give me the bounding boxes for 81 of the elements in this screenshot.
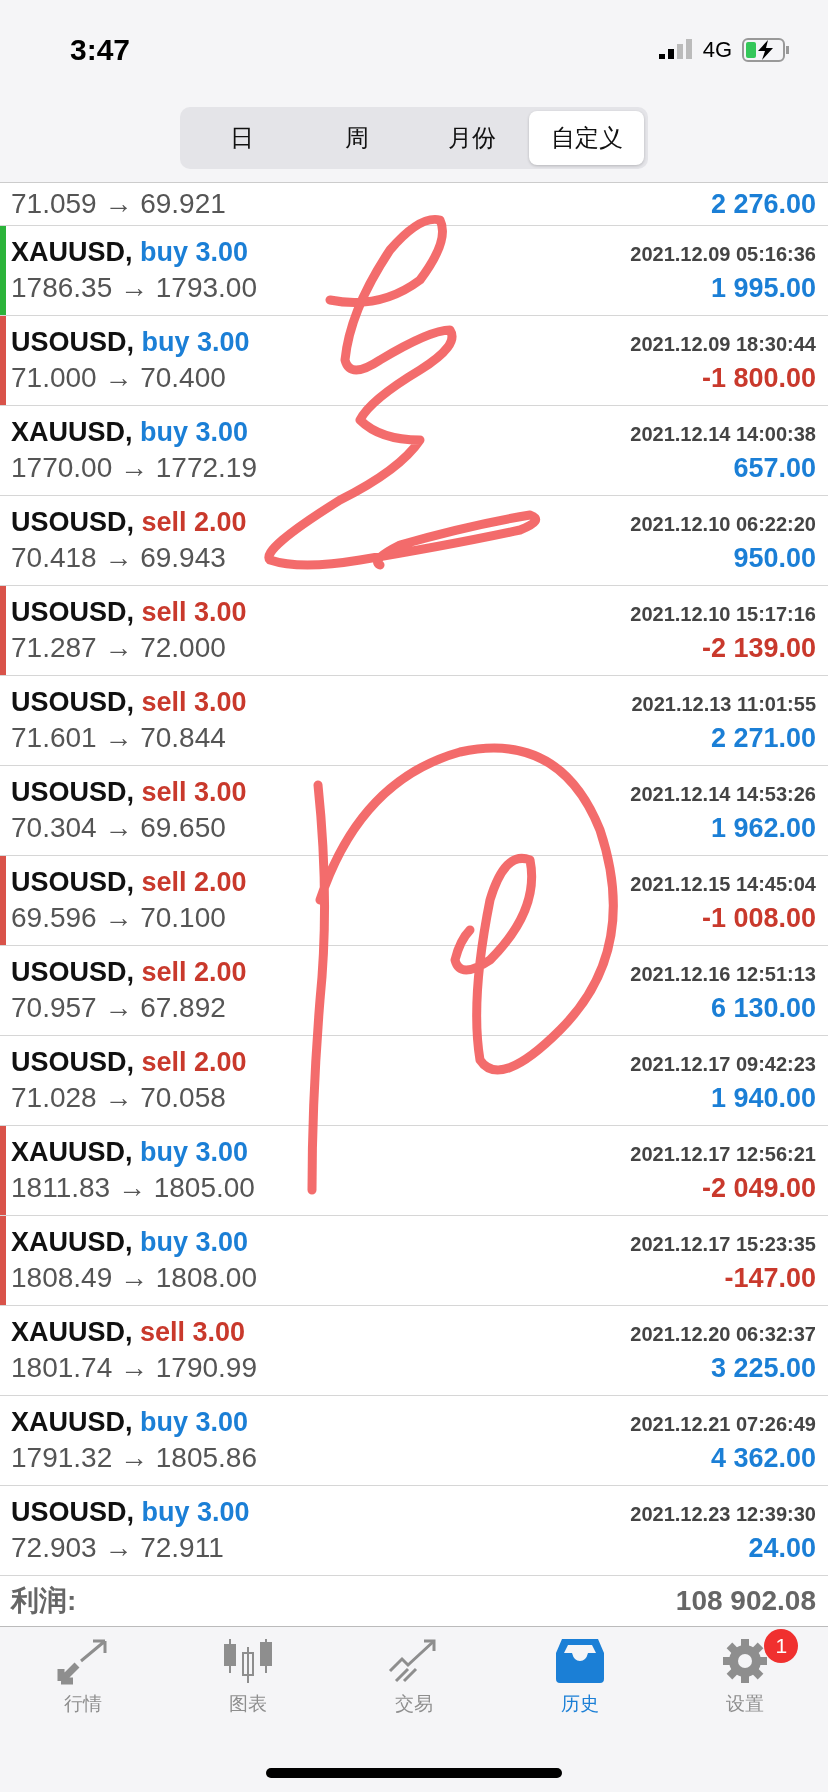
price-range: 70.957 → 67.892 <box>11 992 226 1025</box>
period-tab[interactable]: 日 <box>184 111 299 166</box>
profit-value: -2 139.00 <box>701 633 816 665</box>
trade-time: 2021.12.10 15:17:16 <box>630 603 816 627</box>
price-range: 71.000 → 70.400 <box>11 362 226 395</box>
trade-title: XAUUSD, buy 3.00 <box>11 1137 249 1169</box>
profit-value: 1 940.00 <box>710 1083 816 1115</box>
signal-icon <box>658 38 693 61</box>
profit-value: -147.00 <box>724 1263 816 1295</box>
trade-time: 2021.12.17 15:23:35 <box>630 1233 816 1257</box>
profit-value: 1 962.00 <box>710 813 816 845</box>
profit-value: 3 225.00 <box>710 1353 816 1385</box>
price-range: 69.596 → 70.100 <box>11 902 226 935</box>
price-range: 1770.00 → 1772.19 <box>11 452 257 485</box>
profit-value: -1 008.00 <box>701 903 816 935</box>
trade-title: USOUSD, sell 3.00 <box>11 777 247 809</box>
nav-tab[interactable]: 历史 <box>496 1629 663 1718</box>
trade-title: USOUSD, sell 2.00 <box>11 1047 247 1079</box>
trade-title: USOUSD, sell 2.00 <box>11 867 247 899</box>
notification-badge: 1 <box>764 1629 799 1664</box>
trade-time: 2021.12.17 12:56:21 <box>630 1143 816 1167</box>
nav-tab[interactable]: 图表 <box>165 1629 332 1718</box>
status-time: 3:47 <box>70 32 131 67</box>
profit-value: 24.00 <box>748 1533 816 1565</box>
profit-value: -2 049.00 <box>701 1173 816 1205</box>
price-range: 72.903 → 72.911 <box>11 1532 224 1565</box>
battery-charging-icon <box>742 37 790 62</box>
double-arrow-icon <box>56 1637 109 1686</box>
period-tab[interactable]: 周 <box>299 111 414 166</box>
nav-tab[interactable]: 行情 <box>0 1629 166 1718</box>
price-range: 70.304 → 69.650 <box>11 812 226 845</box>
trade-title: USOUSD, sell 3.00 <box>11 597 247 629</box>
nav-tab[interactable]: 交易 <box>331 1629 497 1718</box>
total-profit: 108 902.08 <box>675 1585 816 1618</box>
trade-title: USOUSD, buy 3.00 <box>11 327 250 359</box>
candlestick-icon <box>222 1637 275 1686</box>
trade-time: 2021.12.09 18:30:44 <box>630 333 816 357</box>
trade-title: USOUSD, sell 2.00 <box>11 507 247 539</box>
price-range: 71.059 → 69.921 <box>11 188 226 221</box>
profit-value: 2 271.00 <box>710 723 816 755</box>
price-range: 70.418 → 69.943 <box>11 542 226 575</box>
trade-time: 2021.12.10 06:22:20 <box>630 513 816 537</box>
price-range: 71.287 → 72.000 <box>11 632 226 665</box>
trade-time: 2021.12.14 14:53:26 <box>630 783 816 807</box>
inbox-icon <box>553 1637 606 1686</box>
trade-time: 2021.12.14 14:00:38 <box>630 423 816 447</box>
price-range: 1791.32 → 1805.86 <box>11 1442 257 1475</box>
price-range: 71.028 → 70.058 <box>11 1082 226 1115</box>
price-range: 71.601 → 70.844 <box>11 722 226 755</box>
profit-value: 657.00 <box>733 453 816 485</box>
trade-time: 2021.12.09 05:16:36 <box>630 243 816 267</box>
price-range: 1811.83 → 1805.00 <box>11 1172 255 1205</box>
profit-value: 1 995.00 <box>710 273 816 305</box>
nav-tab[interactable]: 设置 1 <box>662 1629 828 1718</box>
trade-title: USOUSD, sell 3.00 <box>11 687 247 719</box>
network-label: 4G <box>702 36 732 63</box>
trade-title: XAUUSD, sell 3.00 <box>11 1317 246 1349</box>
trade-time: 2021.12.13 11:01:55 <box>631 693 816 717</box>
price-range: 1808.49 → 1808.00 <box>11 1262 257 1295</box>
trade-title: XAUUSD, buy 3.00 <box>11 1407 249 1439</box>
profit-value: 2 276.00 <box>710 188 816 220</box>
period-tab[interactable]: 月份 <box>414 111 529 166</box>
trade-title: XAUUSD, buy 3.00 <box>11 237 249 269</box>
price-range: 1801.74 → 1790.99 <box>11 1352 257 1385</box>
profit-label: 利润: <box>11 1584 77 1619</box>
trade-title: XAUUSD, buy 3.00 <box>11 1227 249 1259</box>
trade-time: 2021.12.23 12:39:30 <box>630 1503 816 1527</box>
profit-value: 6 130.00 <box>710 993 816 1025</box>
trade-title: USOUSD, buy 3.00 <box>11 1497 250 1529</box>
profit-value: 4 362.00 <box>710 1443 816 1475</box>
trade-time: 2021.12.16 12:51:13 <box>630 963 816 987</box>
trade-title: XAUUSD, buy 3.00 <box>11 417 249 449</box>
profit-value: 950.00 <box>733 543 816 575</box>
trade-time: 2021.12.20 06:32:37 <box>630 1323 816 1347</box>
profit-value: -1 800.00 <box>701 363 816 395</box>
trade-time: 2021.12.15 14:45:04 <box>630 873 816 897</box>
trade-time: 2021.12.17 09:42:23 <box>630 1053 816 1077</box>
trade-title: USOUSD, sell 2.00 <box>11 957 247 989</box>
period-tab[interactable]: 自定义 <box>529 111 644 166</box>
price-range: 1786.35 → 1793.00 <box>11 272 257 305</box>
trade-time: 2021.12.21 07:26:49 <box>630 1413 816 1437</box>
